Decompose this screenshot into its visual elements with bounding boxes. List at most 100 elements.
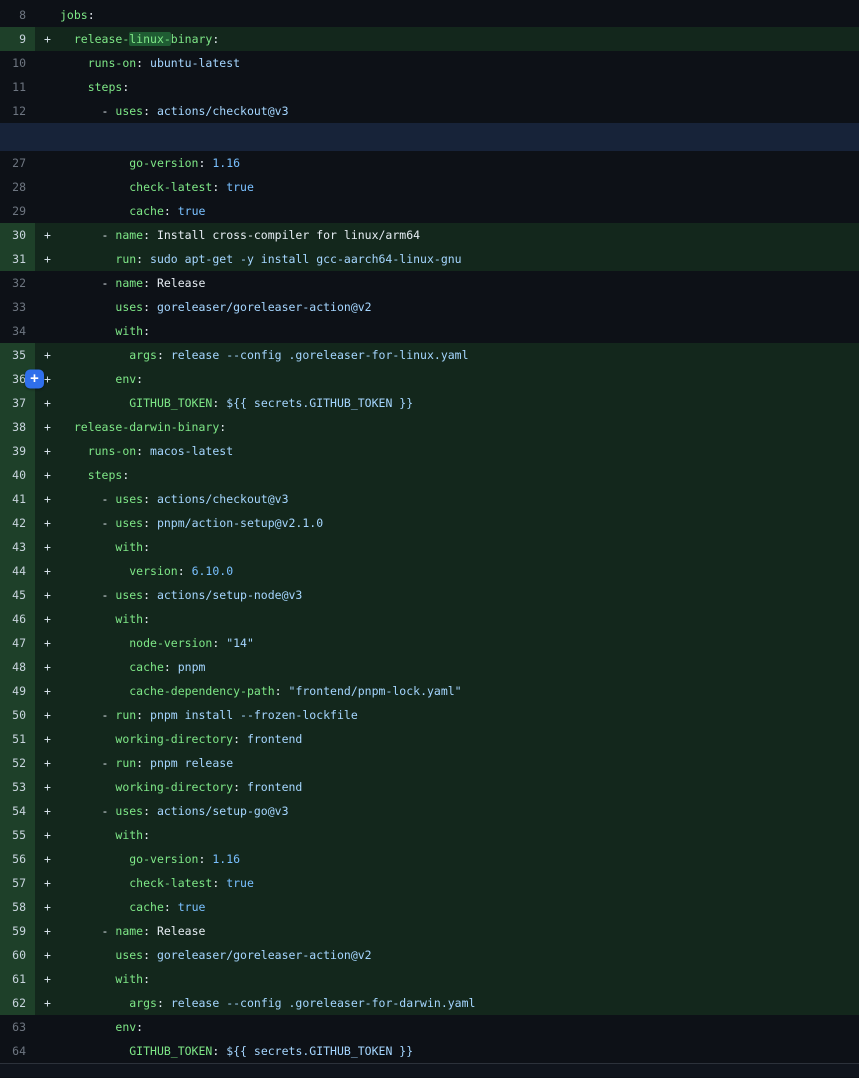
code-token <box>60 396 129 410</box>
diff-marker <box>35 51 60 75</box>
code-line: runs-on: macos-latest <box>60 439 859 463</box>
diff-row: 53+ working-directory: frontend <box>0 775 859 799</box>
code-token: : <box>143 104 157 118</box>
code-token: : <box>143 972 150 986</box>
line-number[interactable]: 38 <box>0 415 35 439</box>
line-number[interactable]: 52 <box>0 751 35 775</box>
diff-row: 57+ check-latest: true <box>0 871 859 895</box>
line-number[interactable]: 45 <box>0 583 35 607</box>
line-number[interactable]: 47 <box>0 631 35 655</box>
line-number[interactable]: 43 <box>0 535 35 559</box>
code-line: env: <box>60 1015 859 1039</box>
code-token: jobs <box>60 8 88 22</box>
line-number[interactable]: 46 <box>0 607 35 631</box>
code-token: : <box>143 276 157 290</box>
code-token: uses <box>115 300 143 314</box>
diff-marker: + <box>35 631 60 655</box>
code-token: - <box>60 708 115 722</box>
diff-row: 30+ - name: Install cross-compiler for l… <box>0 223 859 247</box>
code-token <box>60 852 129 866</box>
line-number[interactable]: 34 <box>0 319 35 343</box>
diff-row: 50+ - run: pnpm install --frozen-lockfil… <box>0 703 859 727</box>
line-number[interactable]: 32 <box>0 271 35 295</box>
line-number[interactable]: 8 <box>0 3 35 27</box>
line-number[interactable]: 59 <box>0 919 35 943</box>
diff-row: 37+ GITHUB_TOKEN: ${{ secrets.GITHUB_TOK… <box>0 391 859 415</box>
line-number[interactable]: 37 <box>0 391 35 415</box>
line-number[interactable]: 57 <box>0 871 35 895</box>
line-number[interactable]: 33 <box>0 295 35 319</box>
line-number[interactable]: 11 <box>0 75 35 99</box>
line-number[interactable]: 56 <box>0 847 35 871</box>
code-line: release-darwin-binary: <box>60 415 859 439</box>
diff-marker <box>35 271 60 295</box>
line-number[interactable]: 35 <box>0 343 35 367</box>
code-token: actions/setup-go@v3 <box>157 804 289 818</box>
line-number[interactable]: 54 <box>0 799 35 823</box>
code-line: - uses: actions/checkout@v3 <box>60 99 859 123</box>
code-token: frontend <box>247 780 302 794</box>
line-number[interactable]: 40 <box>0 463 35 487</box>
add-comment-button[interactable]: + <box>25 370 44 389</box>
line-number[interactable]: 30 <box>0 223 35 247</box>
line-number[interactable]: 62 <box>0 991 35 1015</box>
line-number[interactable]: 27 <box>0 151 35 175</box>
diff-marker: + <box>35 775 60 799</box>
line-number[interactable]: 42 <box>0 511 35 535</box>
line-number[interactable]: 28 <box>0 175 35 199</box>
line-number[interactable]: 60 <box>0 943 35 967</box>
diff-row: 45+ - uses: actions/setup-node@v3 <box>0 583 859 607</box>
code-token: : <box>143 324 150 338</box>
line-number[interactable]: 10 <box>0 51 35 75</box>
diff-marker: + <box>35 559 60 583</box>
line-number[interactable]: 58 <box>0 895 35 919</box>
code-token: : <box>164 660 178 674</box>
line-number[interactable]: 55 <box>0 823 35 847</box>
code-token: check-latest <box>129 876 212 890</box>
code-token: : <box>157 996 171 1010</box>
line-number[interactable]: 44 <box>0 559 35 583</box>
line-number[interactable]: 49 <box>0 679 35 703</box>
line-number[interactable]: 53 <box>0 775 35 799</box>
line-number[interactable]: 41 <box>0 487 35 511</box>
code-token: : <box>143 300 157 314</box>
code-line: release-linux-binary: <box>60 27 859 51</box>
diff-marker: + <box>35 223 60 247</box>
line-number[interactable]: 12 <box>0 99 35 123</box>
line-number[interactable]: 51 <box>0 727 35 751</box>
code-token: version <box>129 564 177 578</box>
code-token: : <box>219 420 226 434</box>
diff-row: 12 - uses: actions/checkout@v3 <box>0 99 859 123</box>
code-token: sudo apt-get -y install gcc-aarch64-linu… <box>150 252 462 266</box>
code-token: steps <box>88 80 123 94</box>
code-token <box>60 300 115 314</box>
line-number[interactable]: 29 <box>0 199 35 223</box>
code-line: version: 6.10.0 <box>60 559 859 583</box>
code-line: args: release --config .goreleaser-for-d… <box>60 991 859 1015</box>
diff-marker <box>35 1015 60 1039</box>
diff-marker: + <box>35 847 60 871</box>
diff-row: 55+ with: <box>0 823 859 847</box>
code-token: - <box>60 804 115 818</box>
diff-expand-row[interactable] <box>0 123 859 151</box>
line-number[interactable]: 9 <box>0 27 35 51</box>
line-number[interactable]: 61 <box>0 967 35 991</box>
diff-marker <box>35 295 60 319</box>
diff-row: 42+ - uses: pnpm/action-setup@v2.1.0 <box>0 511 859 535</box>
line-number[interactable]: 63 <box>0 1015 35 1039</box>
code-line: node-version: "14" <box>60 631 859 655</box>
line-number[interactable]: 50 <box>0 703 35 727</box>
code-token: uses <box>115 588 143 602</box>
code-token <box>60 540 115 554</box>
line-number[interactable]: 31 <box>0 247 35 271</box>
line-number[interactable]: 48 <box>0 655 35 679</box>
line-number[interactable]: 64 <box>0 1039 35 1063</box>
diff-marker: + <box>35 391 60 415</box>
code-line: check-latest: true <box>60 871 859 895</box>
code-token: with <box>115 828 143 842</box>
code-line: - uses: pnpm/action-setup@v2.1.0 <box>60 511 859 535</box>
line-number[interactable]: 39 <box>0 439 35 463</box>
diff-row: 9+ release-linux-binary: <box>0 27 859 51</box>
code-line: GITHUB_TOKEN: ${{ secrets.GITHUB_TOKEN }… <box>60 391 859 415</box>
code-token: : <box>233 780 247 794</box>
